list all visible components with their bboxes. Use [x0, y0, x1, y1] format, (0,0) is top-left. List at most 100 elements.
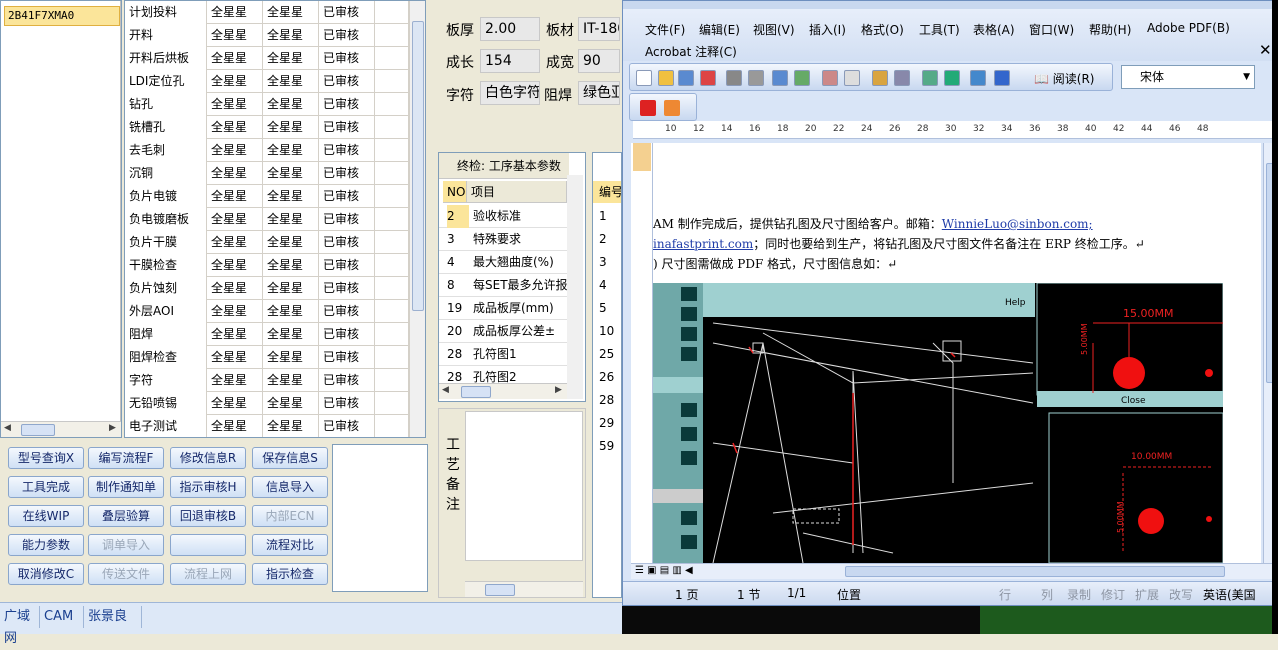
table-row[interactable]: 钻孔 全星星 全星星 已审核: [125, 93, 409, 116]
col-header-item[interactable]: 项目: [467, 181, 567, 203]
table-cell[interactable]: 全星星: [207, 346, 263, 369]
scroll-thumb[interactable]: [21, 424, 55, 436]
process-grid[interactable]: 计划投料 全星星 全星星 已审核 开料 全星星 全星星 已审核 开料后烘板 全星星 全星星 已审核 LD…: [124, 0, 426, 438]
table-cell[interactable]: [375, 162, 409, 185]
table-cell[interactable]: 全星星: [207, 415, 263, 437]
row-item[interactable]: 最大翘曲度(%): [473, 251, 567, 274]
table-cell[interactable]: 铣槽孔: [125, 116, 207, 139]
row-no[interactable]: 28: [447, 343, 469, 366]
menu-item[interactable]: 工具(T): [919, 21, 960, 38]
row-no[interactable]: 2: [447, 205, 469, 228]
table-cell[interactable]: 全星星: [207, 1, 263, 24]
table-row[interactable]: 去毛刺 全星星 全星星 已审核: [125, 139, 409, 162]
save-icon[interactable]: [678, 70, 694, 86]
process-grid-vscroll[interactable]: [409, 1, 425, 437]
document-page[interactable]: AM 制作完成后，提供钻孔图及尺寸图给客户。邮箱：WinnieLuo@sinbo…: [653, 143, 1261, 563]
help-icon[interactable]: [970, 70, 986, 86]
undo-icon[interactable]: [872, 70, 888, 86]
table-cell[interactable]: [375, 369, 409, 392]
table-row[interactable]: 阻焊 全星星 全星星 已审核: [125, 323, 409, 346]
table-row[interactable]: 3 特殊要求: [439, 228, 567, 251]
row-item[interactable]: 成品板厚(mm): [473, 297, 567, 320]
table-cell[interactable]: [375, 139, 409, 162]
table-cell[interactable]: [375, 24, 409, 47]
row-no[interactable]: 19: [447, 297, 469, 320]
table-row[interactable]: 计划投料 全星星 全星星 已审核: [125, 1, 409, 24]
final-inspection-hscroll[interactable]: ◀ ▶: [439, 383, 567, 399]
table-cell[interactable]: 已审核: [319, 277, 375, 300]
action-button[interactable]: 能力参数: [8, 534, 84, 556]
table-cell[interactable]: 全星星: [263, 231, 319, 254]
table-cell[interactable]: 全星星: [263, 93, 319, 116]
table-cell[interactable]: 已审核: [319, 116, 375, 139]
menu-item[interactable]: 表格(A): [973, 21, 1015, 38]
table-cell[interactable]: [375, 208, 409, 231]
word-window[interactable]: 文件(F) 编辑(E) 视图(V) 插入(I) 格式(O) 工具(T) 表格(A) 窗口(W)…: [622, 0, 1278, 606]
table-cell[interactable]: [375, 323, 409, 346]
list-item[interactable]: 28: [599, 389, 614, 412]
numbered-grid[interactable]: 编号 1 2 3 4 5 10 25 26 28 29 59: [592, 152, 622, 598]
table-row[interactable]: 2 验收标准: [439, 205, 567, 228]
status-overwrite[interactable]: 改写: [1169, 586, 1193, 603]
table-cell[interactable]: 已审核: [319, 415, 375, 437]
table-cell[interactable]: 已审核: [319, 1, 375, 24]
table-cell[interactable]: 已审核: [319, 208, 375, 231]
print-preview-icon[interactable]: [748, 70, 764, 86]
table-cell[interactable]: 全星星: [207, 323, 263, 346]
table-row[interactable]: 开料后烘板 全星星 全星星 已审核: [125, 47, 409, 70]
scroll-thumb[interactable]: [461, 386, 491, 398]
table-cell[interactable]: 全星星: [207, 254, 263, 277]
print-icon[interactable]: [726, 70, 742, 86]
book-icon[interactable]: [994, 70, 1010, 86]
table-cell[interactable]: 沉铜: [125, 162, 207, 185]
spell-check-icon[interactable]: [772, 70, 788, 86]
table-cell[interactable]: 全星星: [207, 93, 263, 116]
table-cell[interactable]: 已审核: [319, 254, 375, 277]
table-cell[interactable]: 全星星: [263, 116, 319, 139]
action-button[interactable]: 叠层验算: [88, 505, 164, 527]
table-cell[interactable]: 全星星: [263, 139, 319, 162]
menu-item[interactable]: 视图(V): [753, 21, 795, 38]
table-cell[interactable]: 全星星: [263, 1, 319, 24]
table-row[interactable]: 19 成品板厚(mm): [439, 297, 567, 320]
row-no[interactable]: 20: [447, 320, 469, 343]
table-row[interactable]: 无铅喷锡 全星星 全星星 已审核: [125, 392, 409, 415]
table-icon[interactable]: [944, 70, 960, 86]
table-cell[interactable]: 全星星: [207, 185, 263, 208]
hyperlink-icon[interactable]: [922, 70, 938, 86]
table-cell[interactable]: 已审核: [319, 162, 375, 185]
action-button[interactable]: [170, 534, 246, 556]
table-cell[interactable]: 全星星: [263, 24, 319, 47]
table-cell[interactable]: 电子测试: [125, 415, 207, 437]
menu-item[interactable]: 文件(F): [645, 21, 685, 38]
status-extend[interactable]: 扩展: [1135, 586, 1159, 603]
horizontal-ruler[interactable]: 10 12 14 16 18 20 22 24 26 28 30 32 34 36 38 40 42 44 46 48: [633, 121, 1273, 139]
table-cell[interactable]: 负片干膜: [125, 231, 207, 254]
paste-icon[interactable]: [844, 70, 860, 86]
research-icon[interactable]: [794, 70, 810, 86]
menu-item[interactable]: 插入(I): [809, 21, 846, 38]
list-item[interactable]: 59: [599, 435, 614, 458]
chevron-down-icon[interactable]: ▼: [1243, 66, 1250, 88]
action-button[interactable]: 指示审核H: [170, 476, 246, 498]
table-cell[interactable]: 全星星: [263, 70, 319, 93]
table-row[interactable]: 铣槽孔 全星星 全星星 已审核: [125, 116, 409, 139]
notes-box[interactable]: [332, 444, 428, 592]
pdf-icon[interactable]: [640, 100, 656, 116]
action-button[interactable]: 编写流程F: [88, 447, 164, 469]
mask-field[interactable]: 绿色亚: [578, 81, 620, 105]
table-cell[interactable]: 阻焊检查: [125, 346, 207, 369]
grid2-header[interactable]: 编号: [593, 181, 621, 203]
table-cell[interactable]: [375, 1, 409, 24]
table-row[interactable]: 4 最大翘曲度(%): [439, 251, 567, 274]
table-cell[interactable]: 全星星: [207, 231, 263, 254]
table-cell[interactable]: 已审核: [319, 70, 375, 93]
table-cell[interactable]: [375, 277, 409, 300]
action-button[interactable]: 修改信息R: [170, 447, 246, 469]
table-cell[interactable]: 全星星: [207, 24, 263, 47]
table-cell[interactable]: [375, 254, 409, 277]
action-button[interactable]: 流程对比: [252, 534, 328, 556]
table-cell[interactable]: [375, 415, 409, 437]
table-cell[interactable]: 负片蚀刻: [125, 277, 207, 300]
close-icon[interactable]: ✕: [1259, 41, 1272, 59]
